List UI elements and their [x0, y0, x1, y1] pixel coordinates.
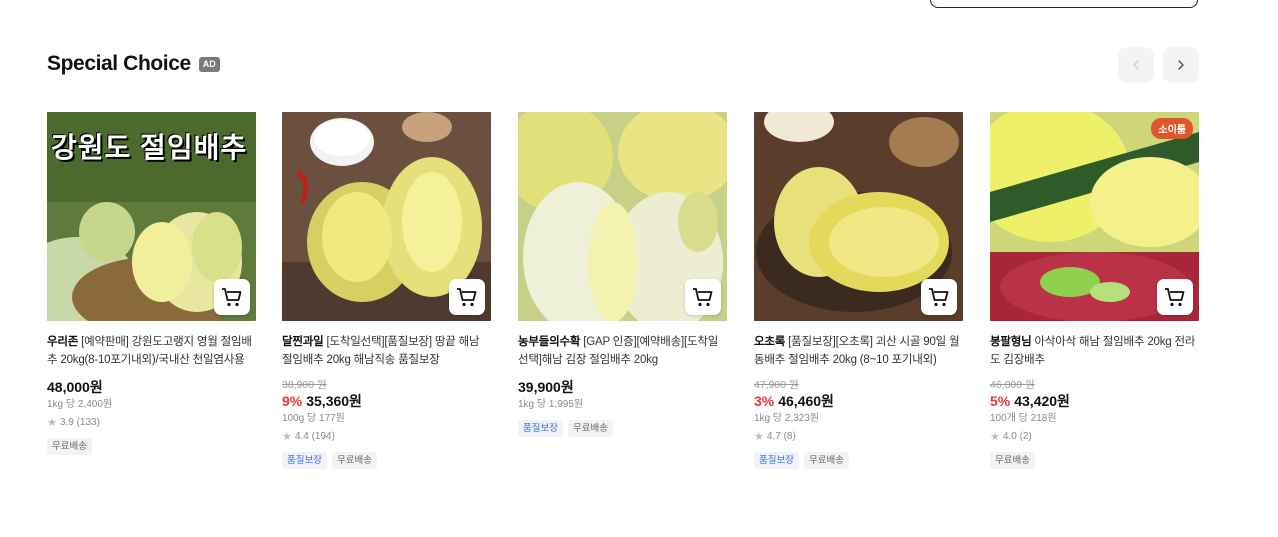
badge-list: 무료배송 [47, 438, 256, 455]
ad-badge: AD [198, 56, 220, 72]
cart-icon [457, 288, 477, 307]
rating: ★ 4.0 (2) [990, 430, 1199, 444]
product-image-overlay-text: 강원도 절임배추 [51, 132, 248, 163]
chevron-left-icon [1133, 60, 1139, 70]
product-name[interactable]: 달찐과일 [도착일선택][품질보장] 땅끝 해남 절임배추 20kg 해남직송 … [282, 333, 491, 369]
original-price: 38,900 원 [282, 379, 327, 391]
star-icon: ★ [282, 431, 292, 443]
badge-list: 품질보장 무료배송 [754, 452, 963, 469]
free-shipping-badge: 무료배송 [47, 438, 92, 455]
add-to-cart-button[interactable] [685, 279, 721, 315]
product-image[interactable]: 소이룸 [990, 112, 1199, 321]
section-header: Special Choice AD [47, 52, 220, 76]
price-row: 9% 35,360원 [282, 392, 491, 410]
free-shipping-badge: 무료배송 [990, 452, 1035, 469]
quality-guarantee-badge: 품질보장 [282, 452, 327, 469]
free-shipping-badge: 무료배송 [803, 452, 849, 469]
product-card[interactable]: 달찐과일 [도착일선택][품질보장] 땅끝 해남 절임배추 20kg 해남직송 … [282, 112, 491, 469]
review-count: (194) [311, 431, 335, 442]
price: 43,420원 [1014, 393, 1070, 409]
rating: ★ 3.9 (133) [47, 416, 256, 430]
product-image[interactable] [754, 112, 963, 321]
cart-icon [1165, 288, 1185, 307]
star-icon: ★ [47, 417, 57, 429]
product-name[interactable]: 우리존 [예약판매] 강원도고랭지 영월 절임배추 20kg(8-10포기내외)… [47, 333, 256, 369]
discount-rate: 9% [282, 393, 303, 409]
seller-name: 오초록 [754, 336, 786, 348]
unit-price: 1kg 당 1,995원 [518, 399, 584, 410]
review-count: (8) [783, 431, 796, 442]
star-icon: ★ [754, 431, 764, 443]
product-card[interactable]: 강원도 절임배추 우리존 [예약판매] 강원도고랭지 영월 절임배추 20kg(… [47, 112, 256, 455]
rating-value: 4.4 [294, 431, 309, 442]
rating-value: 4.0 [1002, 431, 1017, 442]
product-name[interactable]: 농부들의수확 [GAP 인증][예약배송][도착일선택]해남 김장 절임배추 2… [518, 333, 727, 369]
price-row: 5% 43,420원 [990, 392, 1199, 410]
review-count: (133) [76, 417, 100, 428]
unit-price: 100g 당 177원 [282, 413, 345, 424]
original-price: 47,900 원 [754, 379, 799, 391]
carousel-prev-button[interactable] [1118, 47, 1154, 83]
quality-guarantee-badge: 품질보장 [754, 452, 799, 469]
product-name[interactable]: 봉팔형님 아삭아삭 해남 절임배추 20kg 전라도 김장배추 [990, 333, 1199, 369]
rating-value: 3.9 [59, 417, 74, 428]
unit-price: 100개 당 218원 [990, 413, 1057, 424]
add-to-cart-button[interactable] [214, 279, 250, 315]
price: 35,360원 [306, 393, 362, 409]
badge-list: 무료배송 [990, 452, 1199, 469]
price: 39,900원 [518, 379, 574, 395]
badge-list: 품질보장 무료배송 [282, 452, 491, 469]
cart-icon [693, 288, 713, 307]
free-shipping-badge: 무료배송 [567, 420, 613, 437]
unit-price: 1kg 당 2,323원 [754, 413, 820, 424]
cart-icon [222, 288, 242, 307]
product-image[interactable] [518, 112, 727, 321]
product-card[interactable]: 오초록 [품질보장][오초록] 괴산 시골 90일 월동배추 절임배추 20kg… [754, 112, 963, 469]
seller-name: 달찐과일 [282, 336, 324, 348]
price: 46,460원 [778, 393, 834, 409]
price-row: 48,000원 [47, 378, 256, 396]
product-title: [예약판매] 강원도고랭지 영월 절임배추 20kg(8-10포기내외)/국내산… [47, 336, 252, 366]
discount-rate: 5% [990, 393, 1011, 409]
product-name[interactable]: 오초록 [품질보장][오초록] 괴산 시골 90일 월동배추 절임배추 20kg… [754, 333, 963, 369]
badge-list: 품질보장 무료배송 [518, 420, 727, 437]
seller-name: 우리존 [47, 336, 79, 348]
product-card[interactable]: 소이룸 봉팔형님 아삭아삭 해남 절임배추 20kg 전라도 김장배추 46,0… [990, 112, 1199, 469]
discount-rate: 3% [754, 393, 775, 409]
brand-logo: 소이룸 [1151, 118, 1193, 139]
product-image[interactable] [282, 112, 491, 321]
seller-name: 농부들의수확 [518, 336, 581, 348]
rating-value: 4.7 [766, 431, 781, 442]
price-row: 39,900원 [518, 378, 727, 396]
review-count: (2) [1019, 431, 1032, 442]
product-title: [품질보장][오초록] 괴산 시골 90일 월동배추 절임배추 20kg (8~… [754, 336, 960, 366]
price-row: 3% 46,460원 [754, 392, 963, 410]
chevron-right-icon [1178, 60, 1184, 70]
section-title: Special Choice [47, 52, 191, 75]
star-icon: ★ [990, 431, 1000, 443]
original-price: 46,000 원 [990, 379, 1035, 391]
search-box[interactable] [930, 0, 1198, 8]
add-to-cart-button[interactable] [1157, 279, 1193, 315]
seller-name: 봉팔형님 [990, 336, 1032, 348]
free-shipping-badge: 무료배송 [331, 452, 377, 469]
cart-icon [929, 288, 949, 307]
unit-price: 1kg 당 2,400원 [47, 399, 113, 410]
rating: ★ 4.4 (194) [282, 430, 491, 444]
add-to-cart-button[interactable] [449, 279, 485, 315]
rating: ★ 4.7 (8) [754, 430, 963, 444]
price: 48,000원 [47, 379, 103, 395]
quality-guarantee-badge: 품질보장 [518, 420, 563, 437]
product-card[interactable]: 농부들의수확 [GAP 인증][예약배송][도착일선택]해남 김장 절임배추 2… [518, 112, 727, 437]
add-to-cart-button[interactable] [921, 279, 957, 315]
product-image[interactable]: 강원도 절임배추 [47, 112, 256, 321]
carousel-next-button[interactable] [1163, 47, 1199, 83]
